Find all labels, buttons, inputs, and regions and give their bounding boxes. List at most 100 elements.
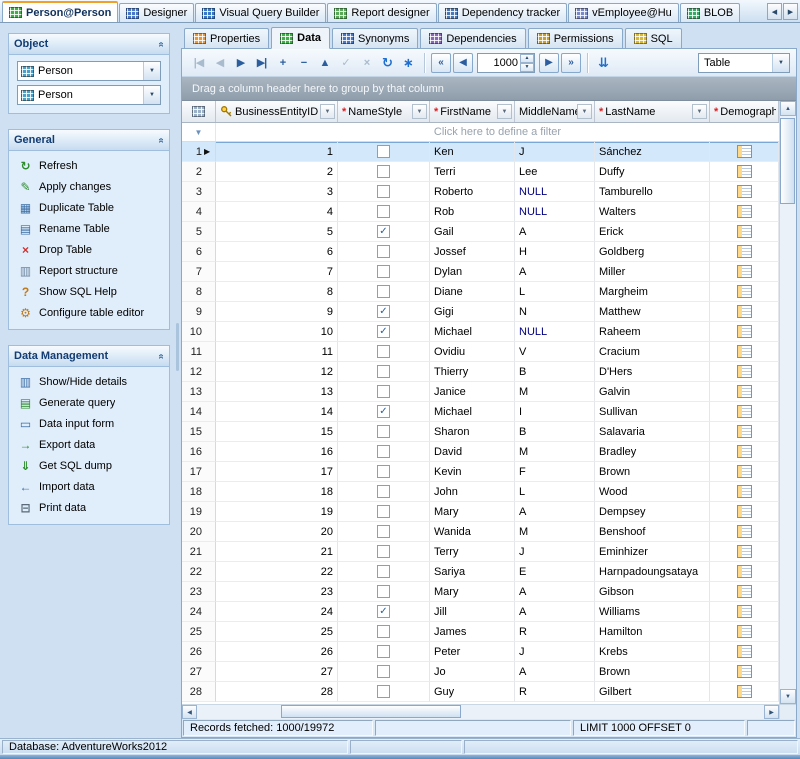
cell-first-name[interactable]: Jill xyxy=(430,602,515,622)
cell-first-name[interactable]: Terry xyxy=(430,542,515,562)
scroll-down-icon[interactable]: ▼ xyxy=(780,689,796,704)
demographics-blob-icon[interactable] xyxy=(737,325,752,338)
table-row[interactable]: 8 8 Diane L Margheim xyxy=(182,282,779,302)
name-style-checkbox[interactable] xyxy=(377,365,390,378)
next-page-button[interactable]: ▶ xyxy=(539,53,559,73)
next-record-button[interactable]: ▶ xyxy=(230,52,251,73)
cell-name-style[interactable]: ✓ xyxy=(338,602,430,622)
data-management-panel-header[interactable]: Data Management » xyxy=(9,346,169,367)
table-row[interactable]: 22 22 Sariya E Harnpadoungsataya xyxy=(182,562,779,582)
cell-demographics[interactable] xyxy=(710,522,779,542)
table-row[interactable]: 1 ▶ 1 Ken J Sánchez xyxy=(182,142,779,162)
cell-name-style[interactable] xyxy=(338,482,430,502)
cell-last-name[interactable]: Margheim xyxy=(595,282,710,302)
cell-name-style[interactable] xyxy=(338,462,430,482)
cell-demographics[interactable] xyxy=(710,162,779,182)
cell-demographics[interactable] xyxy=(710,262,779,282)
tab-data[interactable]: Data xyxy=(271,27,330,49)
cell-business-entity-id[interactable]: 7 xyxy=(216,262,338,282)
column-header-firstname[interactable]: * FirstName ▼ xyxy=(430,101,515,122)
cell-last-name[interactable]: Benshoof xyxy=(595,522,710,542)
cell-first-name[interactable]: Terri xyxy=(430,162,515,182)
cell-last-name[interactable]: Sánchez xyxy=(595,142,710,162)
table-row[interactable]: 12 12 Thierry B D'Hers xyxy=(182,362,779,382)
table-row[interactable]: 14 14 ✓ Michael I Sullivan xyxy=(182,402,779,422)
top-tab-dependency-tracker[interactable]: Dependency tracker xyxy=(438,3,567,22)
cell-business-entity-id[interactable]: 25 xyxy=(216,622,338,642)
cell-first-name[interactable]: Jossef xyxy=(430,242,515,262)
cell-first-name[interactable]: Thierry xyxy=(430,362,515,382)
name-style-checkbox[interactable] xyxy=(377,625,390,638)
name-style-checkbox[interactable] xyxy=(377,505,390,518)
name-style-checkbox[interactable] xyxy=(377,345,390,358)
tab-scroll-left-button[interactable]: ◀ xyxy=(767,3,782,20)
grid-corner-cell[interactable] xyxy=(182,101,216,122)
cell-name-style[interactable] xyxy=(338,622,430,642)
cell-middle-name[interactable]: A xyxy=(515,222,595,242)
demographics-blob-icon[interactable] xyxy=(737,645,752,658)
cell-middle-name[interactable]: M xyxy=(515,442,595,462)
demographics-blob-icon[interactable] xyxy=(737,145,752,158)
cell-last-name[interactable]: Krebs xyxy=(595,642,710,662)
edit-record-button[interactable]: ▲ xyxy=(314,52,335,73)
cell-last-name[interactable]: Tamburello xyxy=(595,182,710,202)
column-filter-dropdown-icon[interactable]: ▼ xyxy=(412,104,427,119)
cell-middle-name[interactable]: A xyxy=(515,602,595,622)
cell-business-entity-id[interactable]: 13 xyxy=(216,382,338,402)
filter-hint[interactable]: Click here to define a filter xyxy=(216,123,779,141)
cell-business-entity-id[interactable]: 12 xyxy=(216,362,338,382)
cell-business-entity-id[interactable]: 5 xyxy=(216,222,338,242)
cell-middle-name[interactable]: NULL xyxy=(515,182,595,202)
cell-middle-name[interactable]: V xyxy=(515,342,595,362)
cell-business-entity-id[interactable]: 21 xyxy=(216,542,338,562)
cell-last-name[interactable]: Harnpadoungsataya xyxy=(595,562,710,582)
demographics-blob-icon[interactable] xyxy=(737,605,752,618)
table-row[interactable]: 27 27 Jo A Brown xyxy=(182,662,779,682)
scroll-up-icon[interactable]: ▲ xyxy=(780,101,796,116)
sidebar-item-report-structure[interactable]: ▥ Report structure xyxy=(11,260,167,281)
cell-name-style[interactable] xyxy=(338,182,430,202)
cell-business-entity-id[interactable]: 18 xyxy=(216,482,338,502)
refresh-records-button[interactable]: ↻ xyxy=(377,52,398,73)
sidebar-item-rename-table[interactable]: ▤ Rename Table xyxy=(11,218,167,239)
name-style-checkbox[interactable] xyxy=(377,425,390,438)
cell-first-name[interactable]: Jo xyxy=(430,662,515,682)
cell-name-style[interactable] xyxy=(338,162,430,182)
name-style-checkbox[interactable] xyxy=(377,585,390,598)
cell-last-name[interactable]: Dempsey xyxy=(595,502,710,522)
cell-name-style[interactable] xyxy=(338,682,430,702)
demographics-blob-icon[interactable] xyxy=(737,445,752,458)
prev-page-button[interactable]: ◀ xyxy=(453,53,473,73)
cell-name-style[interactable]: ✓ xyxy=(338,302,430,322)
name-style-checkbox[interactable] xyxy=(377,205,390,218)
cell-last-name[interactable]: Raheem xyxy=(595,322,710,342)
table-row[interactable]: 6 6 Jossef H Goldberg xyxy=(182,242,779,262)
demographics-blob-icon[interactable] xyxy=(737,465,752,478)
cell-middle-name[interactable]: N xyxy=(515,302,595,322)
cell-middle-name[interactable]: J xyxy=(515,642,595,662)
cell-last-name[interactable]: Walters xyxy=(595,202,710,222)
general-panel-header[interactable]: General » xyxy=(9,130,169,151)
cell-first-name[interactable]: Rob xyxy=(430,202,515,222)
name-style-checkbox[interactable] xyxy=(377,385,390,398)
tab-properties[interactable]: Properties xyxy=(184,28,269,48)
cell-demographics[interactable] xyxy=(710,682,779,702)
demographics-blob-icon[interactable] xyxy=(737,285,752,298)
cell-middle-name[interactable]: NULL xyxy=(515,322,595,342)
name-style-checkbox[interactable] xyxy=(377,265,390,278)
table-row[interactable]: 4 4 Rob NULL Walters xyxy=(182,202,779,222)
table-row[interactable]: 13 13 Janice M Galvin xyxy=(182,382,779,402)
cell-name-style[interactable] xyxy=(338,242,430,262)
cell-first-name[interactable]: Michael xyxy=(430,322,515,342)
table-row[interactable]: 20 20 Wanida M Benshoof xyxy=(182,522,779,542)
cell-business-entity-id[interactable]: 28 xyxy=(216,682,338,702)
table-row[interactable]: 2 2 Terri Lee Duffy xyxy=(182,162,779,182)
demographics-blob-icon[interactable] xyxy=(737,685,752,698)
last-record-button[interactable]: ▶| xyxy=(251,52,272,73)
cell-middle-name[interactable]: R xyxy=(515,622,595,642)
table-row[interactable]: 9 9 ✓ Gigi N Matthew xyxy=(182,302,779,322)
demographics-blob-icon[interactable] xyxy=(737,385,752,398)
name-style-checkbox[interactable] xyxy=(377,465,390,478)
cell-business-entity-id[interactable]: 17 xyxy=(216,462,338,482)
table-row[interactable]: 25 25 James R Hamilton xyxy=(182,622,779,642)
